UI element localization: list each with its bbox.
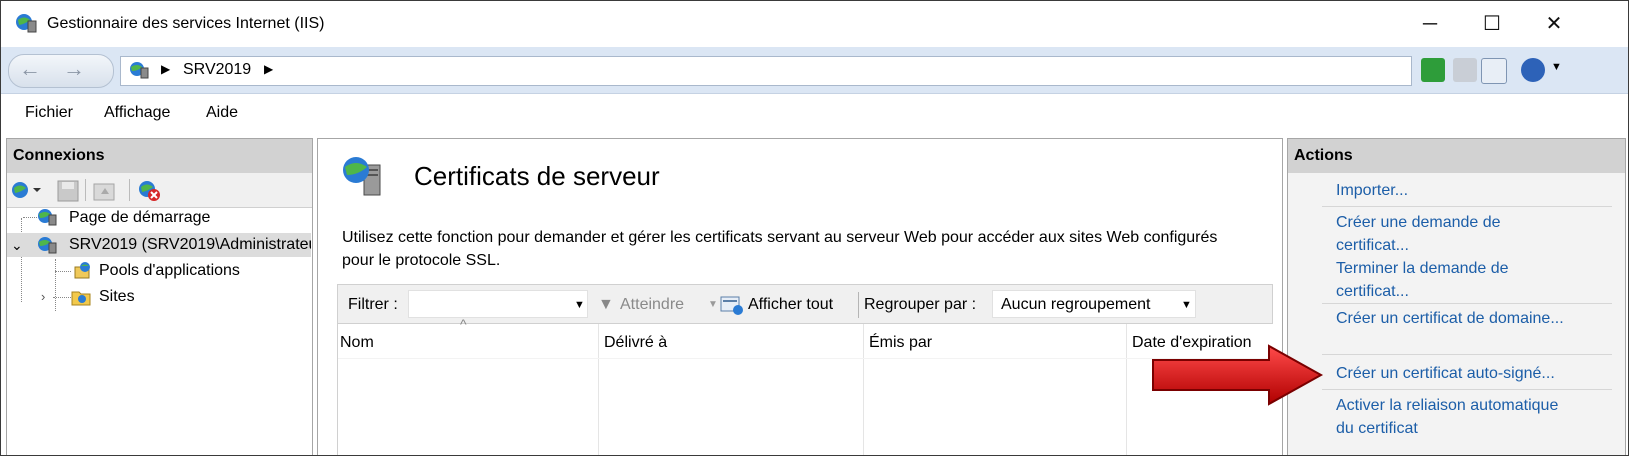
- group-by-select[interactable]: Aucun regroupement ▼: [992, 290, 1196, 318]
- server-certificates-page: Certificats de serveur Utilisez cette fo…: [317, 138, 1283, 455]
- sort-ascending-icon: ^: [460, 316, 467, 332]
- connections-panel: Connexions Page de démarrage ⌄ SRV2019 (…: [6, 138, 313, 455]
- filter-bar: Filtrer : ▼ ▼ Atteindre ▼ Afficher tout …: [337, 284, 1273, 324]
- connect-globe-icon[interactable]: [11, 180, 43, 200]
- maximize-button[interactable]: ☐: [1461, 1, 1523, 47]
- title-bar: Gestionnaire des services Internet (IIS)…: [1, 1, 1628, 47]
- iis-app-icon: [16, 14, 37, 33]
- column-header-issued-by[interactable]: Émis par: [869, 334, 932, 352]
- action-separator: [1322, 303, 1612, 304]
- action-complete-request[interactable]: Terminer la demande de certificat...: [1336, 257, 1576, 303]
- sites-folder-icon: [71, 291, 91, 306]
- window-title: Gestionnaire des services Internet (IIS): [47, 15, 325, 32]
- tree-connector: [23, 217, 37, 218]
- filter-input[interactable]: [408, 290, 588, 318]
- chevron-down-icon[interactable]: ⌄: [11, 233, 23, 257]
- goto-dropdown-icon[interactable]: ▼: [708, 299, 718, 310]
- menu-help[interactable]: Aide: [206, 104, 238, 122]
- action-separator: [1322, 389, 1612, 390]
- refresh-icon[interactable]: [1421, 58, 1445, 82]
- show-all-button[interactable]: Afficher tout: [748, 296, 833, 314]
- help-icon[interactable]: [1521, 58, 1545, 82]
- actions-header: Actions: [1288, 139, 1625, 173]
- page-description: Utilisez cette fonction pour demander et…: [342, 229, 1218, 269]
- connections-header: Connexions: [7, 139, 312, 173]
- group-by-label: Regrouper par :: [864, 296, 977, 313]
- server-icon: [38, 237, 57, 254]
- action-separator: [1322, 354, 1612, 355]
- action-import[interactable]: Importer...: [1336, 179, 1408, 202]
- save-icon[interactable]: [57, 180, 79, 202]
- action-enable-auto-rebind[interactable]: Activer la reliaison automatique du cert…: [1336, 394, 1576, 440]
- funnel-icon: ▼: [598, 296, 614, 313]
- goto-button[interactable]: Atteindre: [620, 296, 684, 314]
- header-divider: [338, 358, 1274, 359]
- tree-item-app-pools[interactable]: Pools d'applications: [55, 259, 305, 283]
- breadcrumb-separator-icon: ▶: [161, 62, 171, 76]
- close-button[interactable]: ✕: [1523, 1, 1585, 47]
- tree-label: Page de démarrage: [69, 209, 211, 226]
- disconnect-icon[interactable]: [137, 179, 163, 203]
- breadcrumb-separator-icon[interactable]: ▶: [264, 62, 273, 76]
- filter-dropdown-icon[interactable]: ▼: [574, 299, 585, 311]
- group-by-value: Aucun regroupement: [1001, 296, 1151, 313]
- stop-icon[interactable]: [1453, 58, 1477, 82]
- address-field[interactable]: ▶ SRV2019 ▶: [120, 56, 1412, 86]
- menu-view[interactable]: Affichage: [104, 104, 170, 122]
- column-header-name[interactable]: Nom: [340, 334, 374, 352]
- menu-bar: Fichier Affichage Aide: [1, 94, 1628, 130]
- iis-manager-window: Gestionnaire des services Internet (IIS)…: [0, 0, 1629, 456]
- show-all-icon: [720, 296, 743, 315]
- tree-item-start-page[interactable]: Page de démarrage: [23, 206, 303, 230]
- action-create-domain-cert[interactable]: Créer un certificat de domaine...: [1336, 307, 1566, 330]
- group-by-dropdown-icon[interactable]: ▼: [1181, 299, 1192, 311]
- page-title: Certificats de serveur: [414, 161, 660, 191]
- help-dropdown-icon[interactable]: ▼: [1551, 61, 1562, 73]
- connections-toolbar: [7, 173, 312, 208]
- column-header-issued-to[interactable]: Délivré à: [604, 334, 667, 352]
- column-divider: [598, 324, 599, 455]
- back-arrow-icon[interactable]: ←: [19, 55, 41, 85]
- tree-label: Sites: [99, 288, 135, 305]
- actions-panel: Actions Importer... Créer une demande de…: [1287, 138, 1626, 455]
- forward-arrow-icon[interactable]: →: [63, 55, 85, 85]
- breadcrumb-server[interactable]: SRV2019: [183, 61, 251, 79]
- certificates-table: ^ Nom Délivré à Émis par Date d'expirati…: [337, 316, 1274, 455]
- server-certificates-icon: [343, 157, 381, 196]
- tree-item-server[interactable]: ⌄ SRV2019 (SRV2019\Administrateur): [7, 233, 311, 257]
- filter-label: Filtrer :: [348, 296, 398, 313]
- home-icon[interactable]: [1481, 58, 1507, 84]
- tree-connector: [55, 271, 71, 272]
- action-create-self-signed[interactable]: Créer un certificat auto-signé...: [1336, 362, 1555, 385]
- action-create-request[interactable]: Créer une demande de certificat...: [1336, 211, 1566, 257]
- tree-connector: [53, 297, 71, 298]
- tree-item-sites[interactable]: › Sites: [41, 285, 301, 309]
- tree-label: Pools d'applications: [99, 262, 240, 279]
- toolbar-divider: [85, 179, 86, 201]
- app-pools-icon: [74, 262, 90, 279]
- action-separator: [1322, 206, 1612, 207]
- up-level-icon[interactable]: [93, 180, 117, 202]
- column-divider: [863, 324, 864, 455]
- minimize-button[interactable]: ─: [1399, 1, 1461, 47]
- tree-line: [21, 218, 23, 302]
- chevron-right-icon[interactable]: ›: [41, 285, 45, 309]
- red-arrow-icon: [1152, 344, 1324, 406]
- server-globe-icon: [130, 62, 149, 79]
- tree-label: SRV2019 (SRV2019\Administrateur): [69, 236, 311, 253]
- menu-file[interactable]: Fichier: [25, 104, 73, 122]
- column-divider: [1126, 324, 1127, 455]
- start-page-icon: [38, 209, 57, 226]
- toolbar-divider: [129, 179, 130, 201]
- address-bar: ← → ▶ SRV2019 ▶ ▼: [1, 47, 1628, 94]
- filter-divider: [858, 292, 859, 318]
